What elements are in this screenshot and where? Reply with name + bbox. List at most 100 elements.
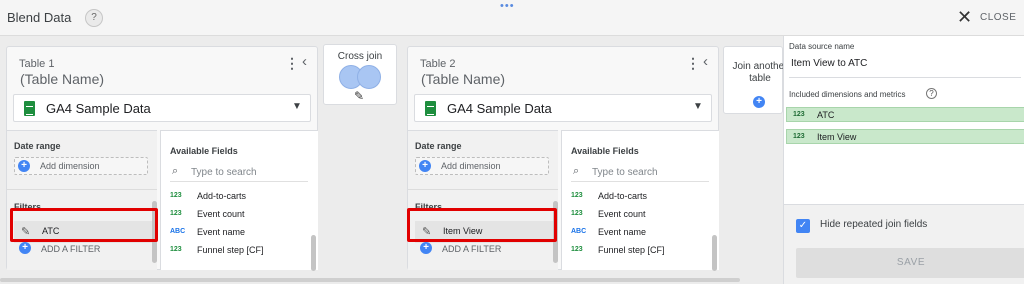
data-source-select[interactable]: GA4 Sample Data ▼ — [414, 94, 712, 122]
field-name: Event count — [197, 209, 245, 219]
plus-icon: + — [419, 160, 431, 172]
field-item[interactable]: ABC Event name — [571, 225, 705, 241]
table-name[interactable]: (Table Name) — [20, 71, 104, 87]
highlight-box — [10, 208, 158, 242]
field-name: Event name — [197, 227, 246, 237]
join-config-pane: Date range + Add dimension Filters ✎ ATC… — [7, 130, 157, 270]
field-item[interactable]: 123 Event count — [170, 207, 304, 223]
field-name: Event name — [598, 227, 647, 237]
plus-icon: + — [19, 242, 31, 254]
field-name: Add-to-carts — [197, 191, 247, 201]
available-fields-pane: Available Fields ⌕ Type to search 123 Add… — [160, 130, 318, 271]
number-type-icon: 123 — [571, 192, 583, 199]
divider — [408, 189, 558, 190]
table-label: Table 2 — [420, 58, 456, 70]
join-type-label: Cross join — [337, 51, 383, 62]
add-dimension-label: Add dimension — [441, 161, 501, 171]
number-type-icon: 123 — [170, 246, 182, 253]
scrollbar[interactable] — [311, 235, 316, 271]
number-type-icon: 123 — [571, 210, 583, 217]
add-dimension-dropzone[interactable]: + Add dimension — [14, 157, 148, 175]
field-name: Event count — [598, 209, 646, 219]
field-name: Add-to-carts — [598, 191, 648, 201]
join-another-table-button[interactable]: Join another table + — [723, 46, 788, 114]
panel-footer: ✓ Hide repeated join fields SAVE — [784, 204, 1024, 284]
horizontal-scrollbar[interactable] — [0, 278, 740, 282]
google-sheets-icon — [24, 101, 35, 116]
blend-settings-panel: Data source name Item View to ATC Includ… — [783, 36, 1024, 284]
hide-repeated-checkbox[interactable]: ✓ — [796, 219, 810, 233]
available-fields-label: Available Fields — [571, 146, 639, 156]
close-button[interactable]: CLOSE — [980, 12, 1016, 23]
chip-label: Item View — [817, 132, 857, 142]
dropdown-caret-icon: ▼ — [693, 101, 703, 112]
field-item[interactable]: 123 Funnel step [CF] — [571, 243, 705, 259]
field-item[interactable]: 123 Add-to-carts — [170, 189, 304, 205]
available-fields-pane: Available Fields ⌕ Type to search 123 Add… — [561, 130, 719, 271]
number-type-icon: 123 — [793, 133, 805, 140]
number-type-icon: 123 — [170, 210, 182, 217]
table-name[interactable]: (Table Name) — [421, 71, 505, 87]
chip-label: ATC — [817, 110, 835, 120]
included-field-chip[interactable]: 123 Item View — [786, 129, 1024, 144]
field-search-input[interactable]: ⌕ Type to search — [571, 164, 709, 182]
drag-handle-icon[interactable]: ••• — [500, 0, 515, 12]
data-source-name-label: Data source name — [789, 42, 855, 51]
plus-icon: + — [420, 242, 432, 254]
included-fields-label: Included dimensions and metrics — [789, 90, 906, 99]
dropdown-caret-icon: ▼ — [292, 101, 302, 112]
number-type-icon: 123 — [793, 111, 805, 118]
save-button[interactable]: SAVE — [796, 248, 1024, 278]
add-dimension-label: Add dimension — [40, 161, 100, 171]
table-label: Table 1 — [19, 58, 55, 70]
google-sheets-icon — [425, 101, 436, 116]
help-icon[interactable]: ? — [926, 88, 937, 99]
join-configuration-button[interactable]: Cross join ✎ — [323, 44, 397, 105]
field-item[interactable]: ABC Event name — [170, 225, 304, 241]
search-icon: ⌕ — [573, 165, 580, 177]
blend-data-header: Blend Data ? ••• ✕ CLOSE — [0, 0, 1024, 36]
data-source-select[interactable]: GA4 Sample Data ▼ — [13, 94, 311, 122]
field-name: Funnel step [CF] — [598, 245, 665, 255]
plus-icon: + — [18, 160, 30, 172]
collapse-chevron-icon[interactable]: ‹ — [302, 53, 307, 70]
add-filter-label: ADD A FILTER — [41, 244, 101, 254]
close-icon[interactable]: ✕ — [957, 7, 972, 28]
more-options-icon[interactable]: ⋮ — [686, 55, 700, 72]
field-item[interactable]: 123 Funnel step [CF] — [170, 243, 304, 259]
data-source-value: GA4 Sample Data — [447, 101, 552, 116]
scrollbar[interactable] — [712, 235, 717, 271]
venn-right-circle — [357, 65, 381, 89]
cross-join-venn-icon — [339, 65, 383, 89]
join-another-label: Join another table — [732, 61, 788, 84]
add-filter-label: ADD A FILTER — [442, 244, 502, 254]
text-type-icon: ABC — [170, 228, 186, 235]
field-item[interactable]: 123 Event count — [571, 207, 705, 223]
highlight-box — [407, 208, 557, 242]
edit-pencil-icon[interactable]: ✎ — [354, 89, 364, 103]
text-type-icon: ABC — [571, 228, 587, 235]
data-source-name-input[interactable]: Item View to ATC — [789, 56, 1021, 78]
included-field-chip[interactable]: 123 ATC — [786, 107, 1024, 122]
search-icon: ⌕ — [172, 165, 179, 177]
data-source-value: GA4 Sample Data — [46, 101, 151, 116]
field-item[interactable]: 123 Add-to-carts — [571, 189, 705, 205]
hide-repeated-label: Hide repeated join fields — [820, 219, 928, 230]
available-fields-label: Available Fields — [170, 146, 238, 156]
date-range-label: Date range — [14, 141, 61, 151]
plus-icon: + — [753, 96, 765, 108]
add-dimension-dropzone[interactable]: + Add dimension — [415, 157, 549, 175]
search-placeholder: Type to search — [191, 167, 257, 178]
number-type-icon: 123 — [170, 192, 182, 199]
search-placeholder: Type to search — [592, 167, 658, 178]
help-icon[interactable]: ? — [85, 9, 103, 27]
number-type-icon: 123 — [571, 246, 583, 253]
collapse-chevron-icon[interactable]: ‹ — [703, 53, 708, 70]
field-search-input[interactable]: ⌕ Type to search — [170, 164, 308, 182]
more-options-icon[interactable]: ⋮ — [285, 55, 299, 72]
join-config-pane: Date range + Add dimension Filters ✎ Ite… — [408, 130, 558, 270]
dialog-title: Blend Data — [7, 10, 72, 25]
divider — [7, 189, 157, 190]
date-range-label: Date range — [415, 141, 462, 151]
field-name: Funnel step [CF] — [197, 245, 264, 255]
